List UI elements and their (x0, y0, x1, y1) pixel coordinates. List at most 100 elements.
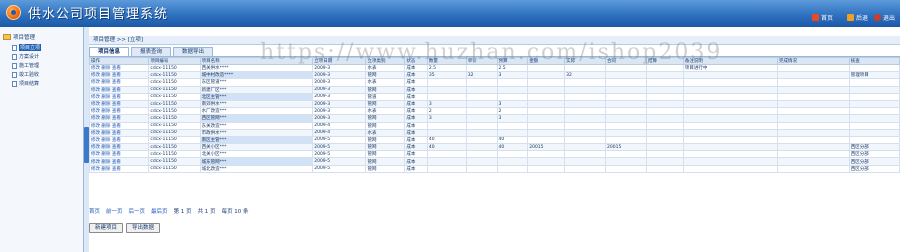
table-cell (682, 92, 779, 101)
column-header[interactable]: 数量 (426, 57, 467, 65)
row-actions[interactable]: 修改 删除 查看 (89, 114, 150, 123)
column-header[interactable]: 单价 (465, 57, 498, 65)
row-actions[interactable]: 修改 删除 查看 (89, 157, 150, 166)
table-cell: 城北改造*** (199, 164, 314, 173)
sidebar-tree-root[interactable]: 项目管理 (3, 33, 35, 41)
back-icon (847, 14, 854, 21)
table-cell (848, 135, 900, 145)
column-header[interactable]: 核查 (848, 57, 900, 65)
sidebar-item-3[interactable]: 施工管理 (12, 62, 39, 69)
table-cell (645, 107, 684, 116)
column-header[interactable]: 结算 (645, 57, 684, 65)
column-header[interactable]: 立项类别 (365, 57, 406, 65)
new-project-button[interactable]: 新建项目 (89, 223, 124, 233)
table-cell (848, 114, 900, 123)
table-row[interactable]: 修改 删除 查看 cdcx-11150 西关小区*** 2009-5 管网 成本 40 40 2… (89, 143, 900, 152)
back-button[interactable]: 后退 (847, 13, 868, 22)
row-actions[interactable]: 修改 删除 查看 (89, 85, 150, 94)
column-header[interactable]: 操作 (89, 57, 150, 65)
table-cell (682, 78, 779, 87)
pager-next[interactable]: 后一页 (129, 207, 146, 215)
table-row[interactable]: 修改 删除 查看 cdcx-11150 南郊供水*** 2009-3 管网 成本 3 3 (89, 99, 900, 109)
table-cell: cdcx-11150 (148, 164, 201, 173)
row-actions[interactable]: 修改 删除 查看 (89, 71, 150, 80)
table-cell: 管网 (365, 157, 406, 166)
table-cell (527, 114, 566, 123)
sidebar-item-1[interactable]: 项目立项 (12, 44, 42, 51)
row-actions[interactable]: 修改 删除 查看 (89, 121, 150, 130)
main-panel: 项目管理 >> [立项] 项目信息 报表查询 数据导出 操作 项目编号 项目名称 立项… (89, 27, 900, 252)
table-cell (605, 114, 647, 123)
export-data-button[interactable]: 导出数据 (126, 223, 161, 233)
tab-project-info[interactable]: 项目信息 (89, 47, 130, 56)
row-actions[interactable]: 修改 删除 查看 (89, 92, 150, 101)
row-actions[interactable]: 修改 删除 查看 (89, 143, 150, 152)
sidebar-item-2[interactable]: 方案设计 (12, 53, 39, 60)
table-row[interactable]: 修改 删除 查看 cdcx-11150 市政供水*** 2009-4 水表 成本 (89, 128, 900, 137)
home-button[interactable]: 首页 (812, 13, 833, 22)
table-cell (645, 143, 684, 152)
column-header[interactable]: 备注说明 (682, 57, 779, 65)
table-row[interactable]: 修改 删除 查看 cdcx-11150 北关小区*** 2009-5 管网 成本 西区分部 (89, 150, 900, 159)
table-row[interactable]: 修改 删除 查看 cdcx-11150 西区管网*** 2009-3 管网 成本 3 3 (89, 114, 900, 123)
row-actions[interactable]: 修改 删除 查看 (89, 135, 150, 145)
tab-report-query[interactable]: 报表查询 (131, 47, 172, 56)
table-cell: cdcx-11150 (148, 143, 201, 152)
sidebar-item-label: 项目立项 (19, 44, 42, 51)
table-row[interactable]: 修改 删除 查看 cdcx-11150 城北改造*** 2009-5 管网 成本 西区分部 (89, 164, 900, 173)
table-cell (645, 128, 684, 137)
row-actions[interactable]: 修改 删除 查看 (89, 99, 150, 109)
table-cell (496, 92, 529, 101)
row-actions[interactable]: 修改 删除 查看 (89, 78, 150, 87)
table-row[interactable]: 修改 删除 查看 cdcx-11150 城东管网*** 2009-5 管网 成本 西区分部 (89, 157, 900, 166)
pager-first[interactable]: 首页 (89, 207, 100, 215)
sidebar-item-5[interactable]: 项目结算 (12, 80, 39, 87)
table-cell: 管网 (365, 135, 406, 145)
row-actions[interactable]: 修改 删除 查看 (89, 107, 150, 116)
table-row[interactable]: 修改 删除 查看 cdcx-11150 新建厂区*** 2009-3 管网 成本 (89, 85, 900, 94)
tab-bar: 项目信息 报表查询 数据导出 (89, 46, 215, 56)
pager-prev[interactable]: 前一页 (106, 207, 123, 215)
table-cell (496, 150, 529, 159)
table-cell: 城东管网*** (199, 157, 314, 166)
table-cell (777, 164, 850, 173)
row-actions[interactable]: 修改 删除 查看 (89, 128, 150, 137)
table-cell (465, 143, 498, 152)
table-row[interactable]: 修改 删除 查看 cdcx-11150 城中村改造**** 2009-3 管网 成本 35 3… (89, 71, 900, 80)
column-header[interactable]: 项目编号 (148, 57, 201, 65)
row-actions[interactable]: 修改 删除 查看 (89, 164, 150, 173)
column-header[interactable]: 完成情况 (777, 57, 850, 65)
column-header[interactable]: 预算 (496, 57, 529, 65)
table-row[interactable]: 修改 删除 查看 cdcx-11150 水厂改造*** 2009-3 水表 成本 2 2 (89, 107, 900, 116)
table-cell (465, 85, 498, 94)
table-cell: 2009-3 (312, 99, 367, 109)
table-row[interactable]: 修改 删除 查看 cdcx-11150 西关供水**** 2009-3 水表 成本 2.5 2… (89, 63, 900, 73)
column-header[interactable]: 状态 (404, 57, 428, 65)
column-header[interactable]: 金额 (527, 57, 566, 65)
table-row[interactable]: 修改 删除 查看 cdcx-11150 东关改造*** 2009-4 管网 成本 (89, 121, 900, 130)
tab-data-export[interactable]: 数据导出 (173, 47, 214, 56)
table-row[interactable]: 修改 删除 查看 cdcx-11150 北区主管*** 2009-3 管道 成本 (89, 92, 900, 101)
table-cell (496, 128, 529, 137)
table-cell (645, 164, 684, 173)
row-actions[interactable]: 修改 删除 查看 (89, 63, 150, 73)
table-cell: cdcx-11150 (148, 63, 201, 73)
table-row[interactable]: 修改 删除 查看 cdcx-11150 东区管道*** 2009-3 水表 成本 (89, 78, 900, 87)
row-actions[interactable]: 修改 删除 查看 (89, 150, 150, 159)
table-cell: 南区主管*** (199, 135, 314, 145)
table-cell (848, 121, 900, 130)
table-row[interactable]: 修改 删除 查看 cdcx-11150 南区主管*** 2009-5 管网 成本 40 40 (89, 135, 900, 145)
pager-last[interactable]: 最后页 (151, 207, 168, 215)
exit-button[interactable]: 退出 (874, 13, 895, 22)
column-header[interactable]: 项目名称 (199, 57, 314, 65)
column-header[interactable]: 合同 (605, 57, 647, 65)
table-cell (777, 128, 850, 137)
column-header[interactable]: 实际 (564, 57, 607, 65)
table-cell (645, 85, 684, 94)
column-header[interactable]: 立项日期 (312, 57, 367, 65)
table-cell (848, 92, 900, 101)
table-cell: cdcx-11150 (148, 114, 201, 123)
document-icon (12, 71, 17, 78)
sidebar-item-4[interactable]: 竣工验收 (12, 71, 39, 78)
table-cell (426, 92, 467, 101)
